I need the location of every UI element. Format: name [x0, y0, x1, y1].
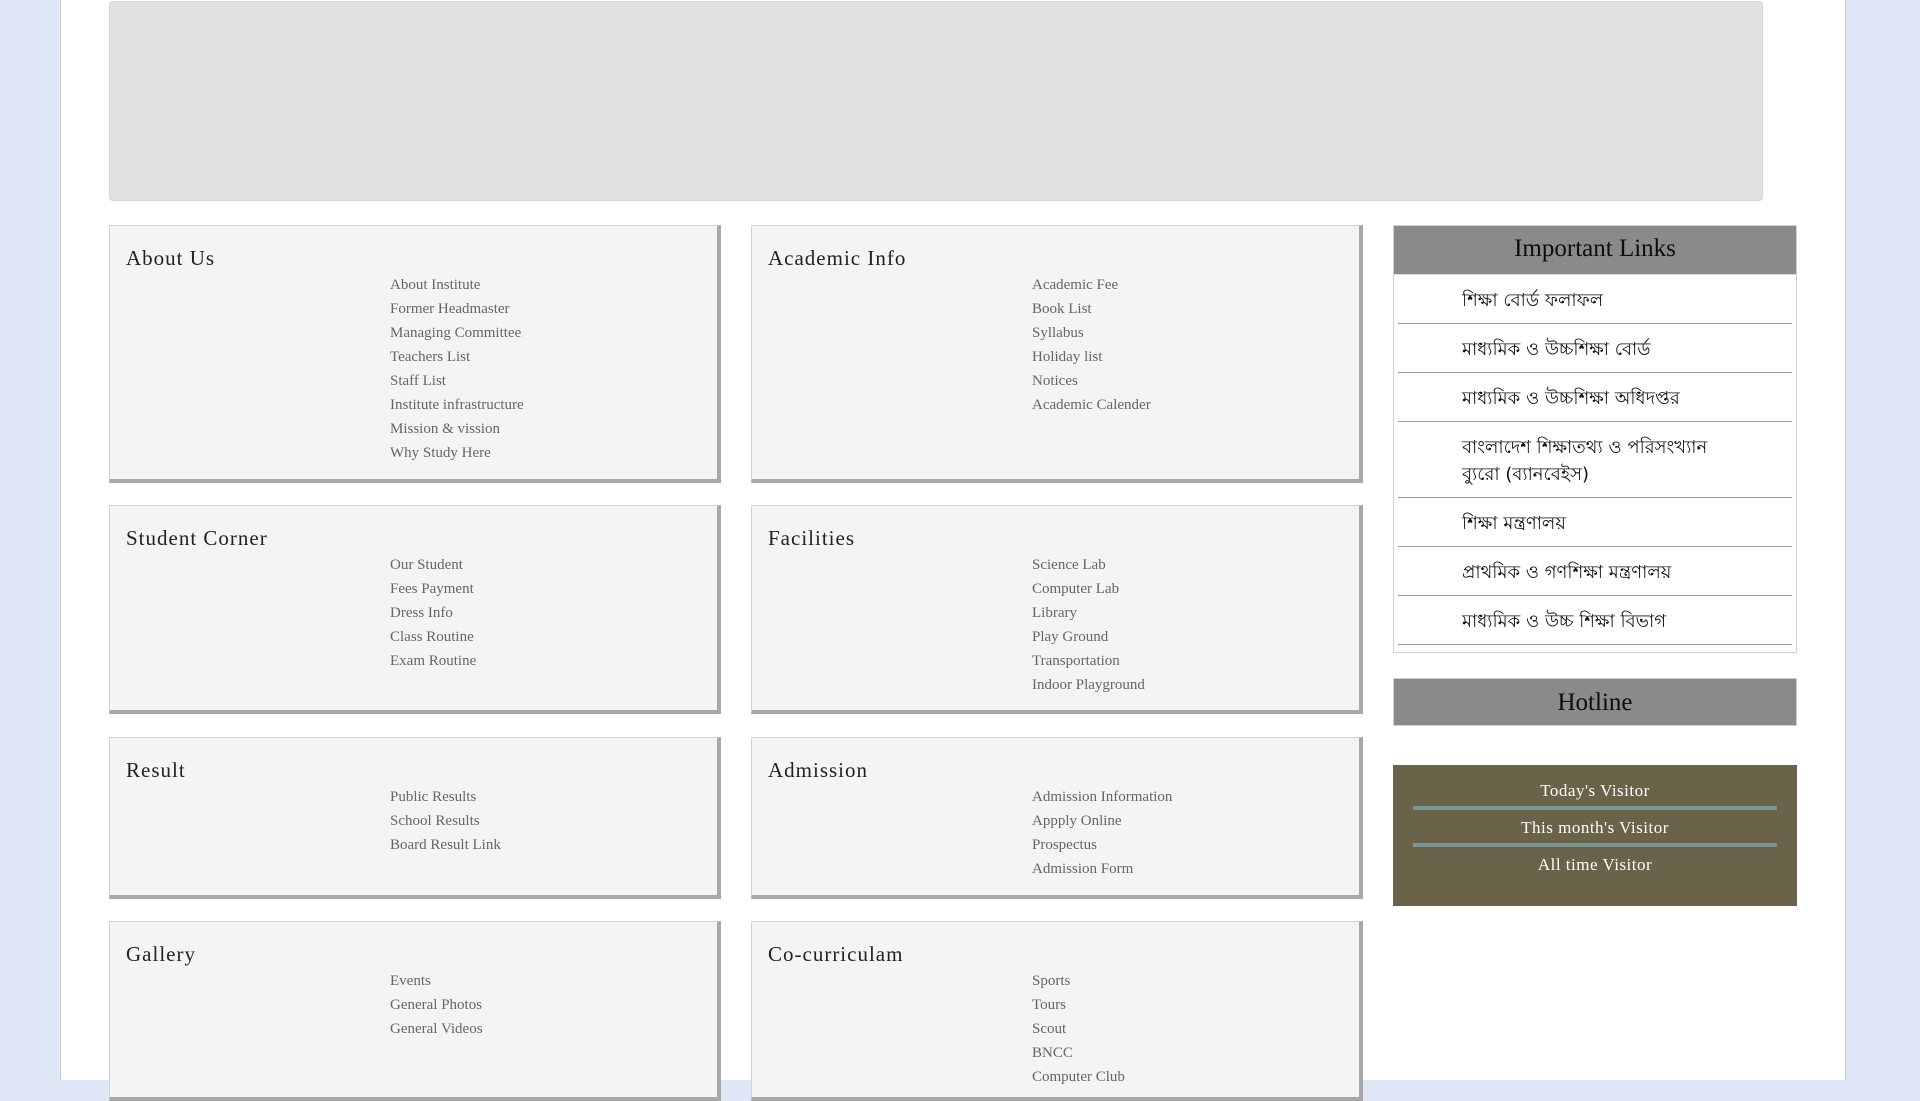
result-list: Public Results School Results Board Resu…: [390, 785, 501, 857]
today-visitor-label: Today's Visitor: [1413, 777, 1777, 810]
about-us-link[interactable]: Managing Committee: [390, 321, 524, 345]
about-us-link[interactable]: Institute infrastructure: [390, 393, 524, 417]
gallery-list: Events General Photos General Videos: [390, 969, 483, 1041]
admission-link[interactable]: Admission Information: [1032, 785, 1172, 809]
result-link[interactable]: Public Results: [390, 785, 501, 809]
about-us-box: About Us About Institute Former Headmast…: [109, 225, 721, 483]
student-corner-link[interactable]: Our Student: [390, 553, 476, 577]
admission-title: Admission: [768, 758, 869, 782]
academic-info-link[interactable]: Book List: [1032, 297, 1151, 321]
about-us-list: About Institute Former Headmaster Managi…: [390, 273, 524, 465]
result-box: Result Public Results School Results Boa…: [109, 737, 721, 899]
facilities-title: Facilities: [768, 526, 855, 550]
month-visitor-label: This month's Visitor: [1413, 814, 1777, 847]
co-curriculam-link[interactable]: Computer Club: [1032, 1065, 1125, 1089]
important-link[interactable]: শিক্ষা বোর্ড ফলাফল: [1398, 275, 1792, 324]
academic-info-link[interactable]: Notices: [1032, 369, 1151, 393]
co-curriculam-link[interactable]: Scout: [1032, 1017, 1125, 1041]
co-curriculam-list: Sports Tours Scout BNCC Computer Club: [1032, 969, 1125, 1089]
admission-box: Admission Admission Information Appply O…: [751, 737, 1363, 899]
header-banner: [109, 1, 1763, 201]
admission-link[interactable]: Admission Form: [1032, 857, 1172, 881]
admission-list: Admission Information Appply Online Pros…: [1032, 785, 1172, 881]
facilities-link[interactable]: Computer Lab: [1032, 577, 1145, 601]
result-title: Result: [126, 758, 186, 782]
academic-info-list: Academic Fee Book List Syllabus Holiday …: [1032, 273, 1151, 417]
gallery-box: Gallery Events General Photos General Vi…: [109, 921, 721, 1101]
co-curriculam-title: Co-curriculam: [768, 942, 904, 966]
important-links-title: Important Links: [1394, 226, 1796, 275]
student-corner-box: Student Corner Our Student Fees Payment …: [109, 505, 721, 714]
facilities-link[interactable]: Transportation: [1032, 649, 1145, 673]
admission-link[interactable]: Prospectus: [1032, 833, 1172, 857]
about-us-link[interactable]: Why Study Here: [390, 441, 524, 465]
gallery-link[interactable]: General Photos: [390, 993, 483, 1017]
academic-info-link[interactable]: Syllabus: [1032, 321, 1151, 345]
student-corner-link[interactable]: Fees Payment: [390, 577, 476, 601]
hotline-title: Hotline: [1393, 678, 1797, 726]
result-link[interactable]: Board Result Link: [390, 833, 501, 857]
co-curriculam-link[interactable]: Tours: [1032, 993, 1125, 1017]
about-us-link[interactable]: About Institute: [390, 273, 524, 297]
facilities-link[interactable]: Library: [1032, 601, 1145, 625]
important-link[interactable]: মাধ্যমিক ও উচ্চশিক্ষা অধিদপ্তর: [1398, 373, 1792, 422]
important-links-list: শিক্ষা বোর্ড ফলাফল মাধ্যমিক ও উচ্চশিক্ষা…: [1394, 275, 1796, 645]
about-us-link[interactable]: Staff List: [390, 369, 524, 393]
academic-info-title: Academic Info: [768, 246, 907, 270]
admission-link[interactable]: Appply Online: [1032, 809, 1172, 833]
academic-info-link[interactable]: Academic Calender: [1032, 393, 1151, 417]
gallery-title: Gallery: [126, 942, 196, 966]
facilities-link[interactable]: Play Ground: [1032, 625, 1145, 649]
important-link[interactable]: মাধ্যমিক ও উচ্চশিক্ষা বোর্ড: [1398, 324, 1792, 373]
important-links-panel: Important Links শিক্ষা বোর্ড ফলাফল মাধ্য…: [1393, 225, 1797, 653]
gallery-link[interactable]: Events: [390, 969, 483, 993]
facilities-link[interactable]: Indoor Playground: [1032, 673, 1145, 697]
student-corner-link[interactable]: Class Routine: [390, 625, 476, 649]
academic-info-box: Academic Info Academic Fee Book List Syl…: [751, 225, 1363, 483]
page-scrollbar[interactable]: [1905, 0, 1920, 1080]
about-us-link[interactable]: Former Headmaster: [390, 297, 524, 321]
academic-info-link[interactable]: Holiday list: [1032, 345, 1151, 369]
co-curriculam-link[interactable]: Sports: [1032, 969, 1125, 993]
student-corner-list: Our Student Fees Payment Dress Info Clas…: [390, 553, 476, 673]
facilities-box: Facilities Science Lab Computer Lab Libr…: [751, 505, 1363, 714]
about-us-link[interactable]: Mission & vission: [390, 417, 524, 441]
student-corner-link[interactable]: Dress Info: [390, 601, 476, 625]
academic-info-link[interactable]: Academic Fee: [1032, 273, 1151, 297]
student-corner-title: Student Corner: [126, 526, 268, 550]
co-curriculam-link[interactable]: BNCC: [1032, 1041, 1125, 1065]
important-link[interactable]: মাধ্যমিক ও উচ্চ শিক্ষা বিভাগ: [1398, 596, 1792, 645]
all-time-visitor-label: All time Visitor: [1537, 855, 1653, 874]
visitor-counter-panel: Today's Visitor This month's Visitor All…: [1393, 765, 1797, 906]
facilities-link[interactable]: Science Lab: [1032, 553, 1145, 577]
important-link[interactable]: বাংলাদেশ শিক্ষাতথ্য ও পরিসংখ্যান ব্যুরো …: [1398, 422, 1792, 498]
about-us-title: About Us: [126, 246, 216, 270]
result-link[interactable]: School Results: [390, 809, 501, 833]
co-curriculam-box: Co-curriculam Sports Tours Scout BNCC Co…: [751, 921, 1363, 1101]
facilities-list: Science Lab Computer Lab Library Play Gr…: [1032, 553, 1145, 697]
important-link[interactable]: প্রাথমিক ও গণশিক্ষা মন্ত্রণালয়: [1398, 547, 1792, 596]
gallery-link[interactable]: General Videos: [390, 1017, 483, 1041]
student-corner-link[interactable]: Exam Routine: [390, 649, 476, 673]
page-container: About Us About Institute Former Headmast…: [60, 0, 1846, 1101]
about-us-link[interactable]: Teachers List: [390, 345, 524, 369]
important-link[interactable]: শিক্ষা মন্ত্রণালয়: [1398, 498, 1792, 547]
